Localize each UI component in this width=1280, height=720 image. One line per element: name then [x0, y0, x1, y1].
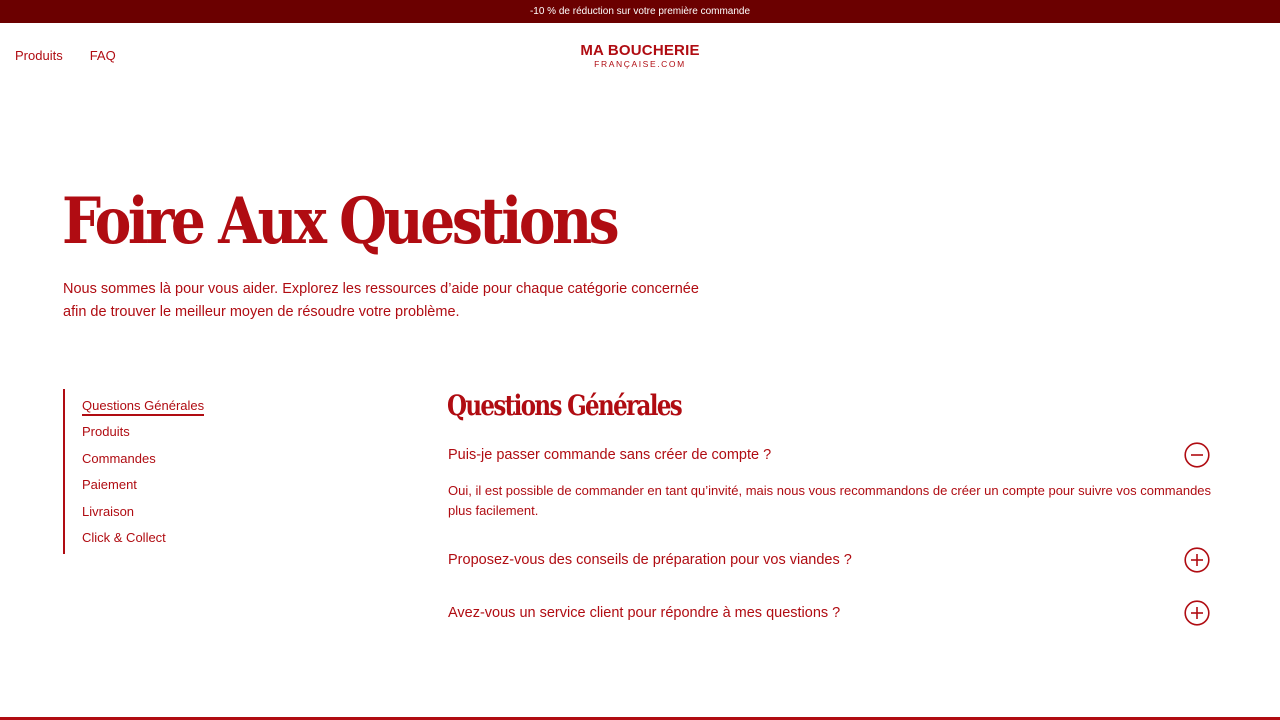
category-label: Commandes — [82, 450, 156, 466]
category-label: Click & Collect — [82, 529, 166, 545]
promo-text: -10 % de réduction sur votre première co… — [529, 6, 751, 17]
faq-category-nav: Questions Générales Produits Commandes P… — [63, 389, 263, 554]
category-label: Livraison — [82, 503, 135, 519]
category-produits[interactable]: Produits — [82, 423, 263, 441]
faq-question-text: Avez-vous un service client pour répondr… — [448, 605, 841, 621]
minus-circle-icon[interactable] — [1184, 442, 1210, 468]
category-label: Paiement — [82, 477, 137, 493]
category-label: Produits — [82, 424, 130, 440]
faq-question-text: Proposez-vous des conseils de préparatio… — [448, 552, 852, 568]
site-header: Produits FAQ MA BOUCHERIE FRANÇAISE.COM — [0, 23, 1280, 89]
promo-banner: -10 % de réduction sur votre première co… — [0, 0, 1280, 23]
site-logo[interactable]: MA BOUCHERIE FRANÇAISE.COM — [0, 43, 1280, 70]
faq-answer-1: Oui, il est possible de commander en tan… — [448, 483, 1212, 518]
category-livraison[interactable]: Livraison — [82, 503, 263, 521]
category-commandes[interactable]: Commandes — [82, 450, 263, 468]
category-label: Questions Générales — [82, 398, 205, 416]
category-questions-generales[interactable]: Questions Générales — [82, 397, 263, 416]
plus-circle-icon[interactable] — [1184, 600, 1210, 626]
page-title: Foire Aux Questions — [62, 184, 620, 259]
faq-question-text: Puis-je passer commande sans créer de co… — [448, 447, 772, 463]
category-click-collect[interactable]: Click & Collect — [82, 529, 263, 547]
category-paiement[interactable]: Paiement — [82, 476, 263, 494]
plus-circle-icon[interactable] — [1184, 547, 1210, 573]
faq-question-2[interactable]: Proposez-vous des conseils de préparatio… — [448, 545, 1210, 575]
page-description: Nous sommes là pour vous aider. Explorez… — [63, 281, 699, 320]
section-title: Questions Générales — [447, 389, 683, 422]
faq-question-3[interactable]: Avez-vous un service client pour répondr… — [448, 598, 1210, 628]
faq-question-1[interactable]: Puis-je passer commande sans créer de co… — [448, 440, 1210, 470]
logo-sub-text: FRANÇAISE.COM — [594, 59, 686, 69]
logo-main-text: MA BOUCHERIE — [580, 42, 700, 59]
